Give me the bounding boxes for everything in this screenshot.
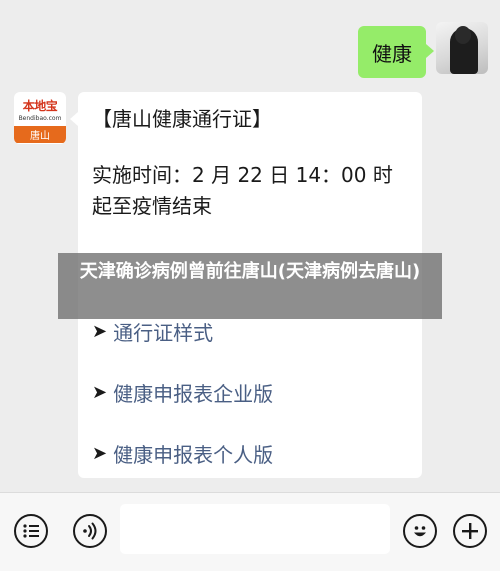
avatar-site-text: Bendibao.com — [18, 115, 62, 122]
message-title: 【唐山健康通行证】 — [92, 107, 272, 131]
sent-message-bubble[interactable]: 健康 — [358, 26, 434, 78]
emoji-icon[interactable] — [403, 514, 437, 548]
arrow-icon: ➤ — [92, 443, 108, 464]
link-label: 健康申报表企业版 — [113, 382, 274, 406]
sent-message-row: 健康 — [358, 22, 488, 78]
link-health-form-personal[interactable]: ➤ 健康申报表个人版 — [92, 439, 273, 468]
link-pass-style[interactable]: ➤ 通行证样式 — [92, 317, 213, 346]
link-label: 健康申报表个人版 — [113, 443, 274, 467]
user-avatar[interactable] — [436, 22, 488, 74]
message-input[interactable] — [120, 504, 390, 554]
link-label: 通行证样式 — [113, 321, 214, 345]
input-bar — [0, 492, 500, 571]
menu-icon[interactable] — [14, 514, 48, 548]
account-avatar[interactable]: 本地宝 Bendibao.com 唐山 — [14, 92, 66, 144]
sent-message-text: 健康 — [372, 41, 412, 66]
avatar-city-label: 唐山 — [14, 126, 66, 143]
caption-overlay: 天津确诊病例曾前往唐山(天津病例去唐山) — [58, 253, 442, 319]
message-time-text: 实施时间：2 月 22 日 14：00 时起至疫情结束 — [92, 163, 393, 218]
voice-icon[interactable] — [73, 514, 107, 548]
caption-text: 天津确诊病例曾前往唐山(天津病例去唐山) — [79, 261, 421, 282]
plus-icon[interactable] — [453, 514, 487, 548]
arrow-icon: ➤ — [92, 321, 108, 342]
avatar-brand-logo: 本地宝 — [22, 99, 58, 113]
arrow-icon: ➤ — [92, 382, 108, 403]
link-health-form-enterprise[interactable]: ➤ 健康申报表企业版 — [92, 378, 273, 407]
